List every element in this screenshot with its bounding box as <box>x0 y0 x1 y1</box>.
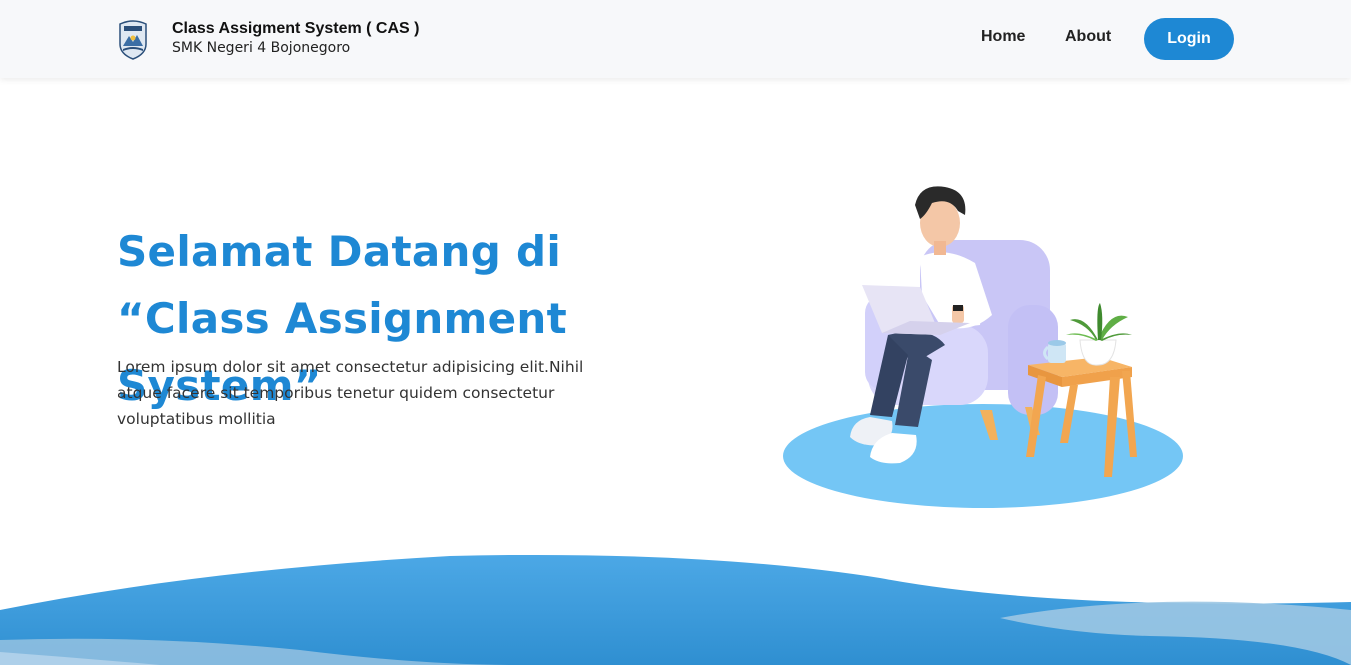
login-button[interactable]: Login <box>1144 18 1234 60</box>
school-name: SMK Negeri 4 Bojonegoro <box>172 40 351 56</box>
nav-about-link[interactable]: About <box>1065 28 1111 46</box>
person-working-on-laptop-illustration <box>783 186 1183 508</box>
decorative-waves <box>0 554 1351 665</box>
nav-home-link[interactable]: Home <box>981 28 1025 46</box>
hero-description: Lorem ipsum dolor sit amet consectetur a… <box>117 358 584 428</box>
floor-disc <box>783 404 1183 508</box>
app-title: Class Assigment System ( CAS ) <box>172 20 420 37</box>
potted-plant <box>1066 303 1132 366</box>
navbar: Class Assigment System ( CAS ) SMK Neger… <box>0 0 1351 78</box>
school-crest-logo[interactable] <box>117 18 149 60</box>
